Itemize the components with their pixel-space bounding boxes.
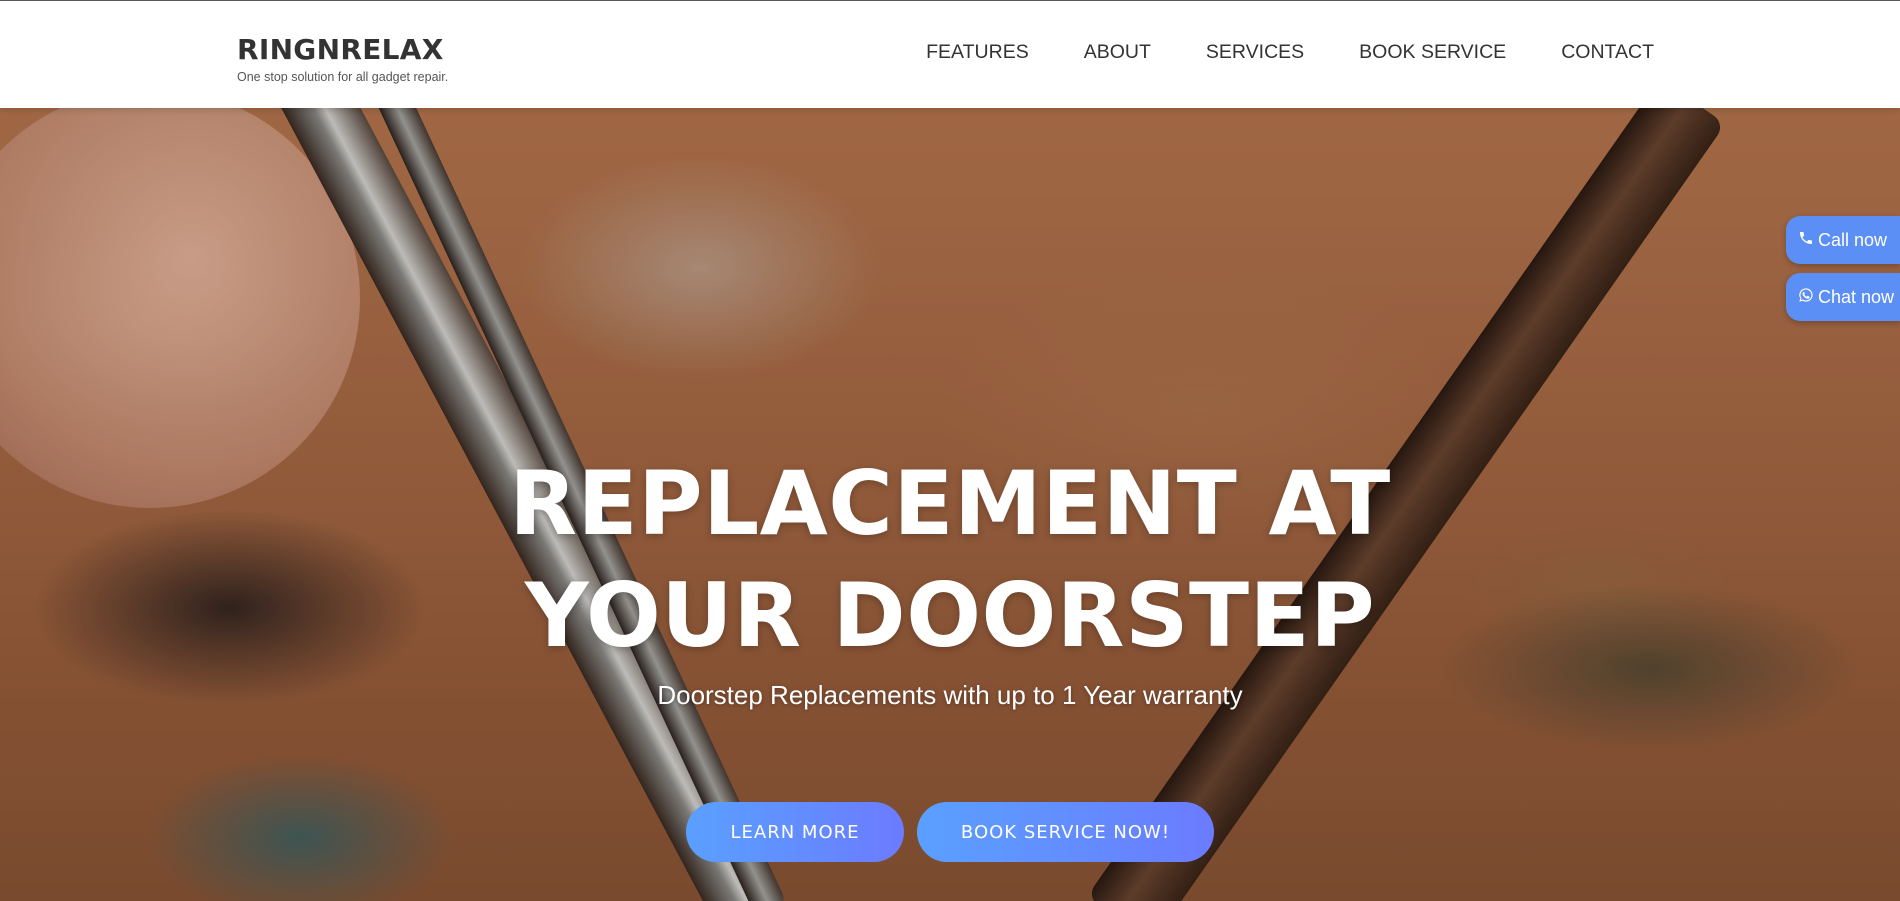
nav-link-services[interactable]: SERVICES: [1206, 41, 1304, 64]
chat-now-button[interactable]: Chat now: [1786, 273, 1900, 321]
phone-icon: [1798, 230, 1814, 251]
brand[interactable]: RINGNRELAX One stop solution for all gad…: [237, 33, 448, 84]
book-service-now-button[interactable]: BOOK SERVICE NOW!: [917, 802, 1214, 862]
hero-content: REPLACEMENT AT YOUR DOORSTEP Doorstep Re…: [0, 108, 1900, 901]
nav-link-features[interactable]: FEATURES: [926, 41, 1029, 64]
brand-tagline: One stop solution for all gadget repair.: [237, 70, 449, 84]
call-now-button[interactable]: Call now: [1786, 216, 1900, 264]
hero-section: REPLACEMENT AT YOUR DOORSTEP Doorstep Re…: [0, 108, 1900, 901]
hero-title: REPLACEMENT AT YOUR DOORSTEP: [0, 448, 1900, 672]
chat-now-label: Chat now: [1818, 286, 1895, 307]
hero-title-line1: REPLACEMENT AT: [509, 452, 1391, 555]
whatsapp-icon: [1798, 287, 1814, 308]
navbar: RINGNRELAX One stop solution for all gad…: [0, 0, 1900, 108]
hero-buttons: LEARN MORE BOOK SERVICE NOW!: [0, 802, 1900, 862]
brand-name[interactable]: RINGNRELAX: [237, 33, 448, 66]
hero-title-line2: YOUR DOORSTEP: [524, 564, 1376, 667]
learn-more-button[interactable]: LEARN MORE: [686, 802, 904, 862]
call-now-label: Call now: [1818, 229, 1888, 250]
main-nav: FEATURES ABOUT SERVICES BOOK SERVICE CON…: [926, 41, 1654, 64]
hero-subtitle: Doorstep Replacements with up to 1 Year …: [657, 680, 1243, 710]
nav-link-book-service[interactable]: BOOK SERVICE: [1359, 41, 1506, 64]
nav-link-contact[interactable]: CONTACT: [1561, 41, 1654, 64]
nav-link-about[interactable]: ABOUT: [1084, 41, 1151, 64]
